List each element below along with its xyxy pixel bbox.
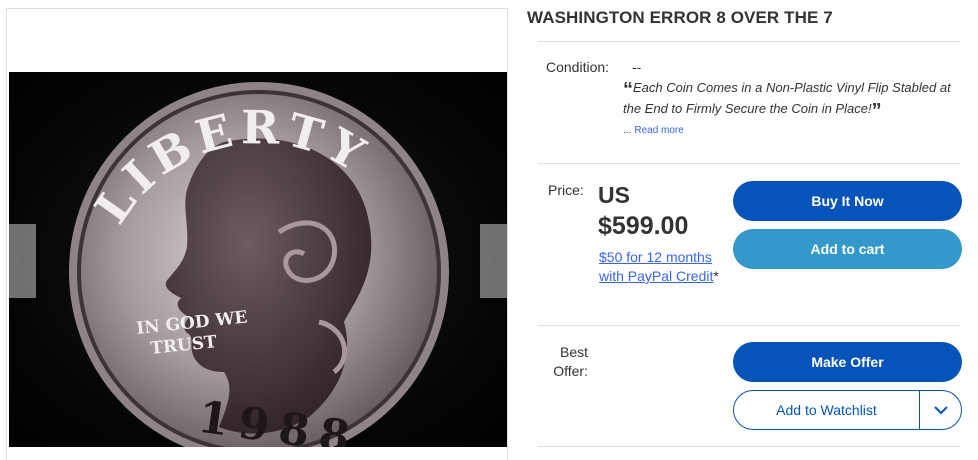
divider [538,41,960,42]
read-more-label: Read more [634,125,684,136]
add-to-watchlist-button[interactable]: Add to Watchlist [734,391,919,429]
watchlist-dropdown-button[interactable] [919,391,961,429]
read-more-link[interactable]: ... Read more [623,125,684,136]
divider [538,325,960,326]
make-offer-button[interactable]: Make Offer [733,342,962,382]
divider [538,446,960,447]
coin-image: LIBERTY IN GOD WE TRUST 1988 [69,82,449,447]
close-quote: ” [871,100,882,122]
condition-label: Condition: [546,59,610,75]
credit-asterisk: * [713,268,719,284]
paypal-credit: $50 for 12 months with PayPal Credit* [599,248,729,286]
buy-it-now-button[interactable]: Buy It Now [733,181,962,221]
previous-image-button[interactable]: ‹ [9,224,36,298]
chevron-down-icon [933,405,948,414]
condition-description-text: Each Coin Comes in a Non-Plastic Vinyl F… [623,80,951,116]
condition-value: -- [632,59,642,75]
watchlist-control: Add to Watchlist [733,390,962,430]
ellipsis: ... [623,125,632,136]
price-label: Price: [548,182,584,198]
price-currency: US [598,182,630,208]
open-quote: “ [623,79,633,101]
image-gallery: LIBERTY IN GOD WE TRUST 1988 ‹ › [6,8,508,460]
condition-description: “Each Coin Comes in a Non-Plastic Vinyl … [623,77,968,122]
paypal-credit-link[interactable]: $50 for 12 months with PayPal Credit [599,249,713,284]
chevron-left-icon: ‹ [19,249,26,272]
price-amount: $599.00 [598,212,689,240]
item-photo[interactable]: LIBERTY IN GOD WE TRUST 1988 [9,72,507,447]
chevron-right-icon: › [490,249,497,272]
divider [538,163,960,164]
best-offer-label: Best Offer: [553,344,588,379]
listing-title: WASHINGTON ERROR 8 OVER THE 7 [527,8,833,27]
add-to-cart-button[interactable]: Add to cart [733,229,962,269]
next-image-button[interactable]: › [480,224,507,298]
